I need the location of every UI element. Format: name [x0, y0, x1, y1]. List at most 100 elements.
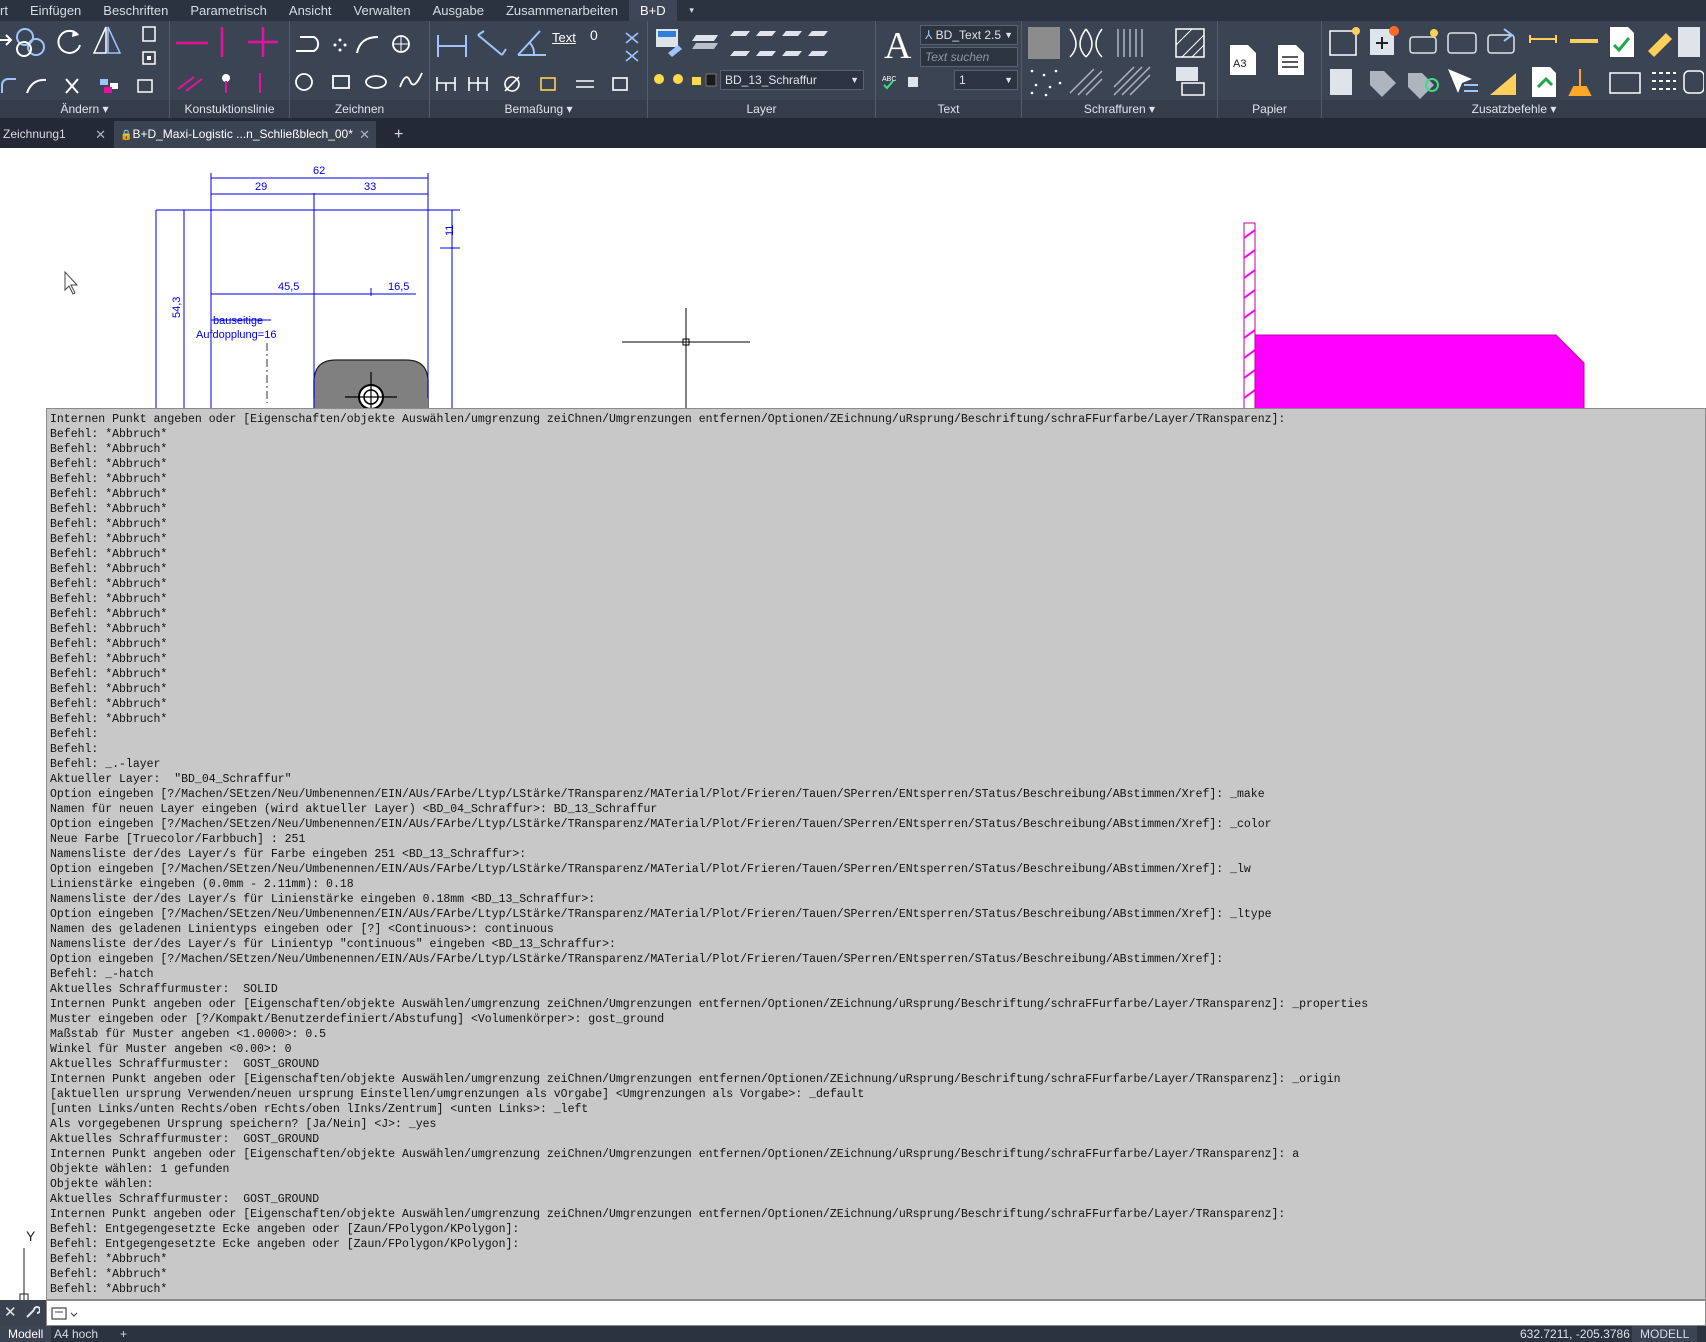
menu-item-ausgabe[interactable]: Ausgabe [422, 0, 495, 21]
text-style-value: BD_Text 2.5 [935, 28, 1002, 42]
dim-16-5: 16,5 [388, 281, 409, 293]
xline-offset-icon[interactable] [250, 71, 270, 95]
hatch-diagonal-icon[interactable] [1066, 65, 1106, 97]
circle-center-icon[interactable] [390, 33, 414, 55]
xline-angle-icon[interactable] [176, 73, 204, 93]
crosshair-cursor [622, 308, 750, 418]
explode-icon[interactable] [134, 77, 158, 95]
array-icon[interactable] [96, 77, 126, 95]
mirror-icon[interactable] [92, 25, 122, 57]
arc-modify-icon[interactable] [24, 77, 52, 95]
hatch-dots-icon[interactable] [1026, 65, 1066, 97]
dim-45-5: 45,5 [278, 281, 299, 293]
spline-icon[interactable] [398, 69, 424, 91]
dim-continue-icon[interactable] [466, 75, 490, 93]
dim-aligned-icon[interactable] [474, 29, 508, 59]
stretch-icon[interactable] [140, 25, 160, 43]
dim-text-button[interactable]: Text [552, 29, 576, 47]
copy-icon[interactable] [14, 25, 50, 57]
ellipse-icon[interactable] [364, 71, 390, 93]
panel-label-aendern[interactable]: Ändern ▾ [0, 100, 169, 118]
dim-linear-icon[interactable] [434, 31, 470, 59]
menu-item-start[interactable]: rt [0, 0, 19, 21]
hatch-solid-icon[interactable] [1026, 25, 1066, 61]
tab-active-drawing[interactable]: 🔒B+D_Maxi-Logistic ...n_Schließblech_00*… [114, 121, 376, 148]
menu-item-verwalten[interactable]: Verwalten [343, 0, 422, 21]
layer-tools-icon[interactable] [730, 25, 840, 67]
xline-vertical-icon[interactable] [214, 25, 230, 59]
paper-a3-icon[interactable]: A3 [1228, 43, 1258, 77]
menu-item-parametrisch[interactable]: Parametrisch [179, 0, 278, 21]
panel-label-schraffuren[interactable]: Schraffuren ▾ [1022, 100, 1217, 118]
scale-icon[interactable] [140, 49, 160, 67]
tab-zeichnung1[interactable]: Zeichnung1 ✕ [0, 121, 112, 148]
paper-list-icon[interactable] [1276, 43, 1306, 77]
point-dots-icon[interactable] [332, 37, 348, 53]
panel-label-bemassung[interactable]: Bemaßung ▾ [430, 100, 647, 118]
xline-horizontal-icon[interactable] [174, 33, 210, 53]
menu-item-zusammenarbeiten[interactable]: Zusammenarbeiten [495, 0, 629, 21]
rotate-icon[interactable] [54, 27, 84, 57]
layer-properties-icon[interactable] [654, 27, 684, 59]
menu-item-bd[interactable]: B+D [628, 0, 677, 21]
model-space-toggle[interactable]: MODELL [1632, 1326, 1698, 1342]
rectangle-icon[interactable] [330, 71, 356, 93]
command-history-window[interactable]: Internen Punkt angeben oder [Eigenschaft… [46, 408, 1706, 1300]
command-history-line: Befehl: *Abbruch* [50, 638, 168, 651]
panel-label-zusatzbefehle[interactable]: Zusatzbefehle ▾ [1322, 100, 1706, 118]
menu-item-einfuegen[interactable]: Einfügen [19, 0, 92, 21]
hatch-boundary-icon[interactable] [1172, 25, 1208, 61]
command-history-line: Befehl: *Abbruch* [50, 1253, 168, 1266]
close-icon[interactable]: ✕ [4, 1303, 17, 1321]
text-height-dropdown[interactable]: 1 ▼ [954, 70, 1018, 90]
hatch-edit-icon[interactable] [1172, 65, 1208, 97]
coordinate-readout[interactable]: 632.7211, -205.3786 [1512, 1326, 1638, 1342]
dim-zero-icon[interactable]: 0 [590, 27, 598, 45]
tab-modell[interactable]: Modell [0, 1326, 52, 1342]
polyline-icon[interactable] [294, 35, 328, 55]
dim-diameter-icon[interactable] [502, 75, 524, 93]
dim-tools-icon[interactable] [622, 27, 642, 67]
multiline-text-icon[interactable]: A [884, 27, 911, 65]
trim-icon[interactable] [62, 77, 86, 95]
panel-label-layer: Layer [648, 100, 875, 118]
hatch-pattern-icon[interactable] [1066, 25, 1106, 61]
dim-space-icon[interactable] [574, 77, 596, 91]
xline-cross-icon[interactable] [246, 25, 280, 59]
tab-a4-hoch[interactable]: A4 hoch [46, 1326, 106, 1342]
dim-baseline-icon[interactable] [434, 75, 458, 93]
circle-icon[interactable] [294, 71, 318, 93]
panel-papier: A3 Papier [1218, 21, 1322, 118]
dim-break-icon[interactable] [610, 75, 632, 93]
layer-stack-icon[interactable] [690, 29, 724, 57]
panel-schraffuren: Schraffuren ▾ [1022, 21, 1218, 118]
add-layout-button[interactable]: + [112, 1326, 135, 1342]
xline-point-icon[interactable] [216, 71, 236, 95]
close-icon[interactable]: ✕ [359, 121, 370, 148]
arc-icon[interactable] [354, 33, 382, 55]
text-search-input[interactable]: Text suchen [920, 47, 1018, 67]
command-history-line: Befehl: Entgegengesetzte Ecke angeben od… [50, 1223, 520, 1236]
command-history-line: Internen Punkt angeben oder [Eigenschaft… [50, 1148, 1300, 1161]
menu-item-ansicht[interactable]: Ansicht [278, 0, 343, 21]
new-tab-button[interactable]: + [388, 121, 409, 148]
hatch-cross-icon[interactable] [1112, 65, 1152, 97]
layer-dropdown[interactable]: BD_13_Schraffur ▼ [720, 70, 864, 90]
extra-tools-row2-icons[interactable] [1324, 65, 1704, 101]
command-line[interactable] [46, 1300, 1706, 1326]
dim-angular-icon[interactable] [514, 27, 550, 59]
command-prompt-icon[interactable] [51, 1306, 79, 1327]
extra-tools-row1-icons[interactable] [1324, 25, 1704, 61]
menu-item-beschriften[interactable]: Beschriften [92, 0, 179, 21]
ribbon-options-dropdown[interactable]: ▾ [677, 0, 707, 21]
command-input[interactable] [83, 1304, 1683, 1324]
dim-ordinate-icon[interactable] [538, 75, 560, 93]
layer-state-icons[interactable] [652, 71, 718, 89]
wrench-icon[interactable] [24, 1304, 41, 1325]
hatch-lines-icon[interactable] [1112, 25, 1148, 61]
text-style-dropdown[interactable]: ⅄ BD_Text 2.5 ▼ [920, 25, 1018, 45]
close-icon[interactable]: ✕ [95, 121, 106, 148]
move-icon[interactable] [0, 29, 14, 51]
fillet-icon[interactable] [0, 77, 18, 95]
spellcheck-icon[interactable]: ABC [882, 73, 926, 91]
